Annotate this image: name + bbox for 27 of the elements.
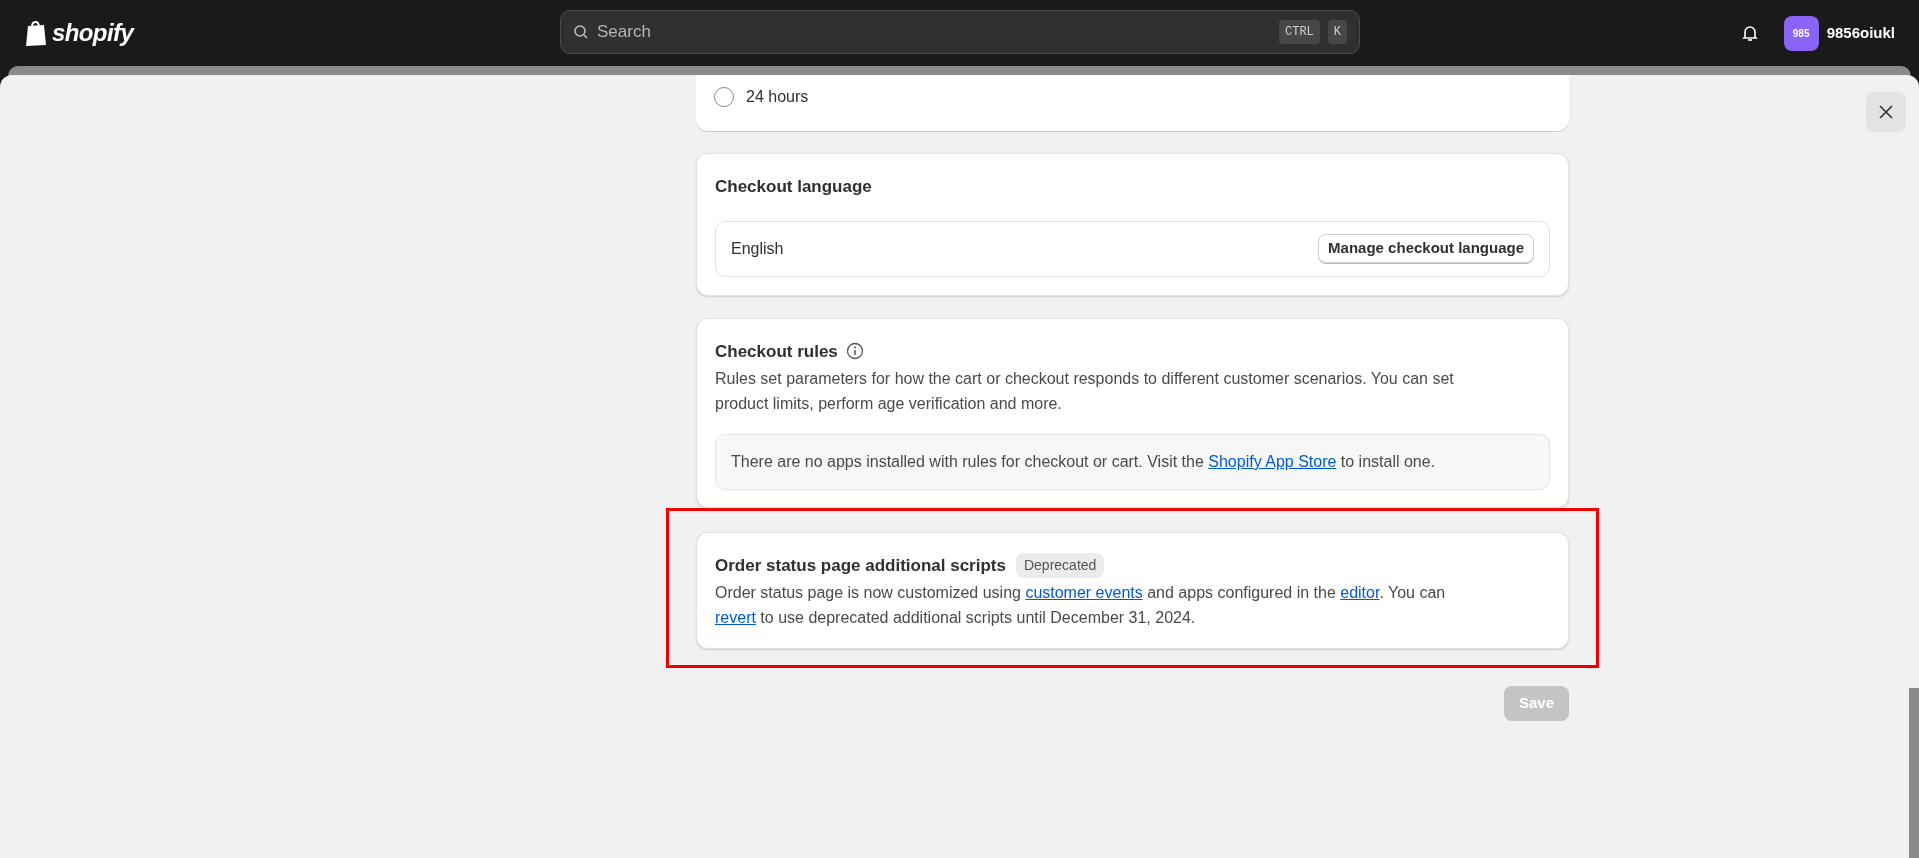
language-value: English xyxy=(731,238,784,259)
search-bar[interactable]: Search CTRL K xyxy=(560,10,1360,54)
link[interactable]: customer events xyxy=(1025,584,1143,601)
close-button[interactable] xyxy=(1866,92,1906,132)
shortcut-key: CTRL xyxy=(1279,20,1320,44)
shopify-logo[interactable]: shopify xyxy=(24,15,134,51)
status-badge: Deprecated xyxy=(1015,552,1105,578)
link[interactable]: revert xyxy=(715,609,756,626)
notice-text: There are no apps installed with rules for checkout or cart. Visit the Shopify App Store to install one. xyxy=(715,434,1550,490)
shortcut-key: K xyxy=(1327,20,1347,44)
link[interactable]: editor xyxy=(1340,584,1380,601)
search-field[interactable]: Search xyxy=(597,19,1271,45)
manage-language-button[interactable]: Manage checkout language xyxy=(1318,234,1534,263)
card-title: Checkout rules xyxy=(715,340,838,363)
card-title: Order status page additional scripts xyxy=(715,554,1006,577)
link[interactable]: Shopify App Store xyxy=(1208,450,1337,474)
shopping-bag-icon xyxy=(24,19,48,47)
info-icon[interactable] xyxy=(845,342,864,361)
close-icon xyxy=(1879,105,1893,119)
card-description: Rules set parameters for how the cart or checkout responds to different customer scenarios. You can set product limits, perform age verification and more. xyxy=(715,369,1455,414)
radio-option[interactable]: 24 hours xyxy=(714,85,809,109)
store-name[interactable]: 9856oiukl xyxy=(1826,21,1895,45)
avatar[interactable]: 985 xyxy=(1783,15,1819,51)
bell-icon[interactable] xyxy=(1739,23,1760,43)
search-icon xyxy=(573,24,589,40)
card-description: Order status page is now customized using customer events and apps configured in the editor. You can revert to use deprecated additional scripts until December 31, 2024. xyxy=(715,583,1447,628)
card-title: Checkout language xyxy=(715,176,873,198)
